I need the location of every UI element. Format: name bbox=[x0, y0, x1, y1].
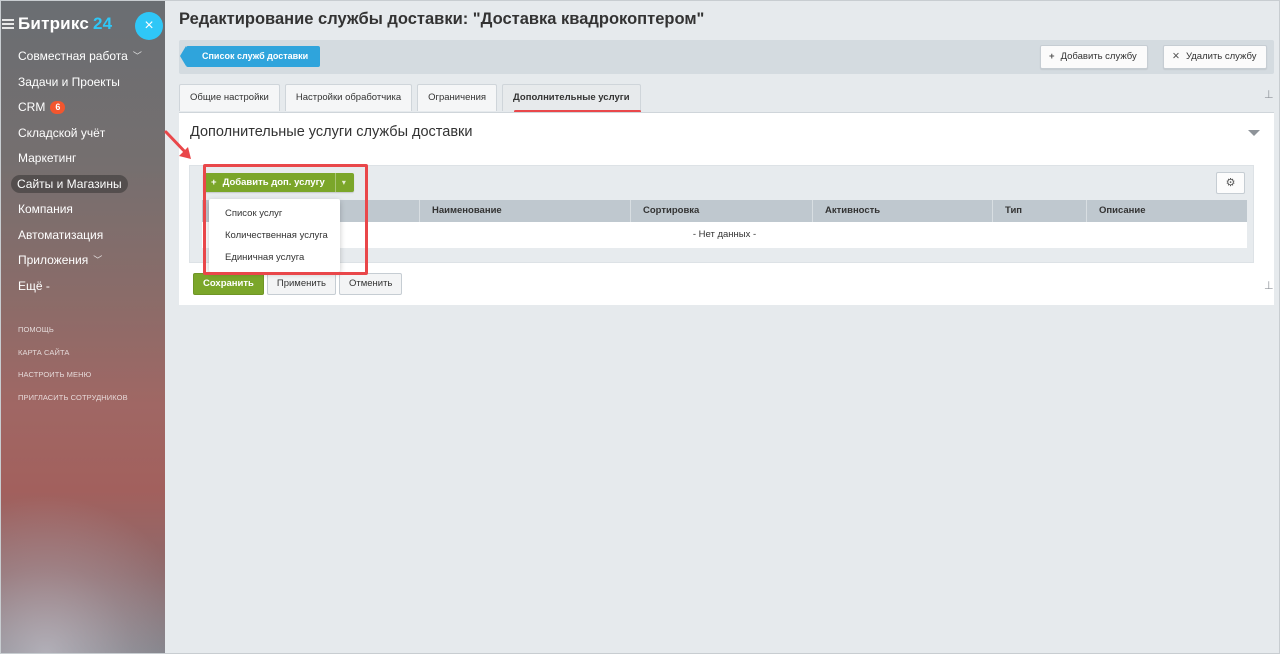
sidebar-item-sites-shops[interactable]: Сайты и Магазины bbox=[0, 172, 165, 198]
delete-service-button[interactable]: ✕ Удалить службу bbox=[1163, 45, 1268, 69]
sidebar-item-tasks[interactable]: Задачи и Проекты bbox=[0, 70, 165, 96]
sitemap-link[interactable]: КАРТА САЙТА bbox=[18, 345, 128, 368]
apply-button[interactable]: Применить bbox=[266, 273, 336, 295]
sidebar-item-applications[interactable]: Приложения ﹀ bbox=[0, 248, 165, 274]
help-link[interactable]: ПОМОЩЬ bbox=[18, 322, 128, 345]
sidebar-item-more[interactable]: Ещё - bbox=[0, 274, 165, 300]
column-header-active[interactable]: Активность bbox=[813, 200, 993, 222]
logo-row: Битрикс 24 bbox=[0, 14, 112, 34]
sidebar-item-inventory[interactable]: Складской учёт bbox=[0, 121, 165, 147]
tab-general-settings[interactable]: Общие настройки bbox=[179, 84, 280, 111]
tab-handler-settings[interactable]: Настройки обработчика bbox=[284, 84, 413, 111]
plus-icon: + bbox=[1049, 51, 1055, 62]
column-header-name[interactable]: Наименование bbox=[420, 200, 631, 222]
back-to-delivery-list-button[interactable]: Список служб доставки bbox=[179, 46, 321, 67]
cancel-button[interactable]: Отменить bbox=[338, 273, 403, 295]
context-toolbar: Список служб доставки + Добавить службу ✕… bbox=[179, 40, 1274, 74]
grid-settings-button[interactable]: ⚙ bbox=[1216, 172, 1245, 194]
sidebar-item-automation[interactable]: Автоматизация bbox=[0, 223, 165, 249]
save-button[interactable]: Сохранить bbox=[193, 273, 264, 295]
sidebar-background bbox=[0, 494, 165, 654]
chevron-down-icon: ﹀ bbox=[132, 51, 142, 61]
chevron-down-icon: ﹀ bbox=[93, 255, 103, 265]
column-header-type[interactable]: Тип bbox=[993, 200, 1087, 222]
sidebar-item-company[interactable]: Компания bbox=[0, 197, 165, 223]
panel-title: Дополнительные услуги службы доставки bbox=[190, 124, 473, 140]
form-buttons: Сохранить Применить Отменить bbox=[193, 273, 405, 295]
invite-employees-link[interactable]: ПРИГЛАСИТЬ СОТРУДНИКОВ bbox=[18, 390, 128, 413]
pin-icon[interactable]: ⊥ bbox=[1264, 279, 1274, 292]
highlight-box bbox=[203, 164, 368, 275]
main-content: Редактирование службы доставки: "Доставк… bbox=[165, 0, 1280, 654]
sidebar-item-collaboration[interactable]: Совместная работа ﹀ bbox=[0, 44, 165, 70]
crm-counter-badge: 6 bbox=[50, 101, 66, 115]
annotation-arrow-icon bbox=[164, 130, 191, 159]
close-icon: × bbox=[144, 17, 154, 34]
tab-bar: Общие настройки Настройки обработчика Ог… bbox=[179, 82, 646, 112]
tab-additional-services[interactable]: Дополнительные услуги bbox=[502, 84, 641, 111]
menu-burger-icon[interactable] bbox=[2, 17, 14, 31]
sidebar-item-crm[interactable]: CRM 6 bbox=[0, 95, 165, 121]
close-icon: ✕ bbox=[1172, 51, 1180, 62]
tab-restrictions[interactable]: Ограничения bbox=[417, 84, 498, 111]
left-sidebar: Битрикс 24 × Совместная работа ﹀ Задачи и … bbox=[0, 0, 165, 654]
sidebar-item-marketing[interactable]: Маркетинг bbox=[0, 146, 165, 172]
sidebar-small-links: ПОМОЩЬ КАРТА САЙТА НАСТРОИТЬ МЕНЮ ПРИГЛА… bbox=[18, 322, 128, 412]
bitrix24-logo[interactable]: Битрикс 24 bbox=[18, 14, 112, 34]
column-header-description[interactable]: Описание bbox=[1087, 200, 1247, 222]
add-service-button[interactable]: + Добавить службу bbox=[1040, 45, 1148, 69]
page-title: Редактирование службы доставки: "Доставк… bbox=[179, 10, 705, 28]
close-sidebar-button[interactable]: × bbox=[135, 12, 163, 40]
gear-icon: ⚙ bbox=[1225, 177, 1236, 189]
sidebar-menu: Совместная работа ﹀ Задачи и Проекты CRM 6… bbox=[0, 44, 165, 299]
configure-menu-link[interactable]: НАСТРОИТЬ МЕНЮ bbox=[18, 367, 128, 390]
collapse-chevron-icon[interactable] bbox=[1248, 130, 1260, 136]
pin-icon[interactable]: ⊥ bbox=[1264, 88, 1274, 101]
column-header-sort[interactable]: Сортировка bbox=[631, 200, 813, 222]
